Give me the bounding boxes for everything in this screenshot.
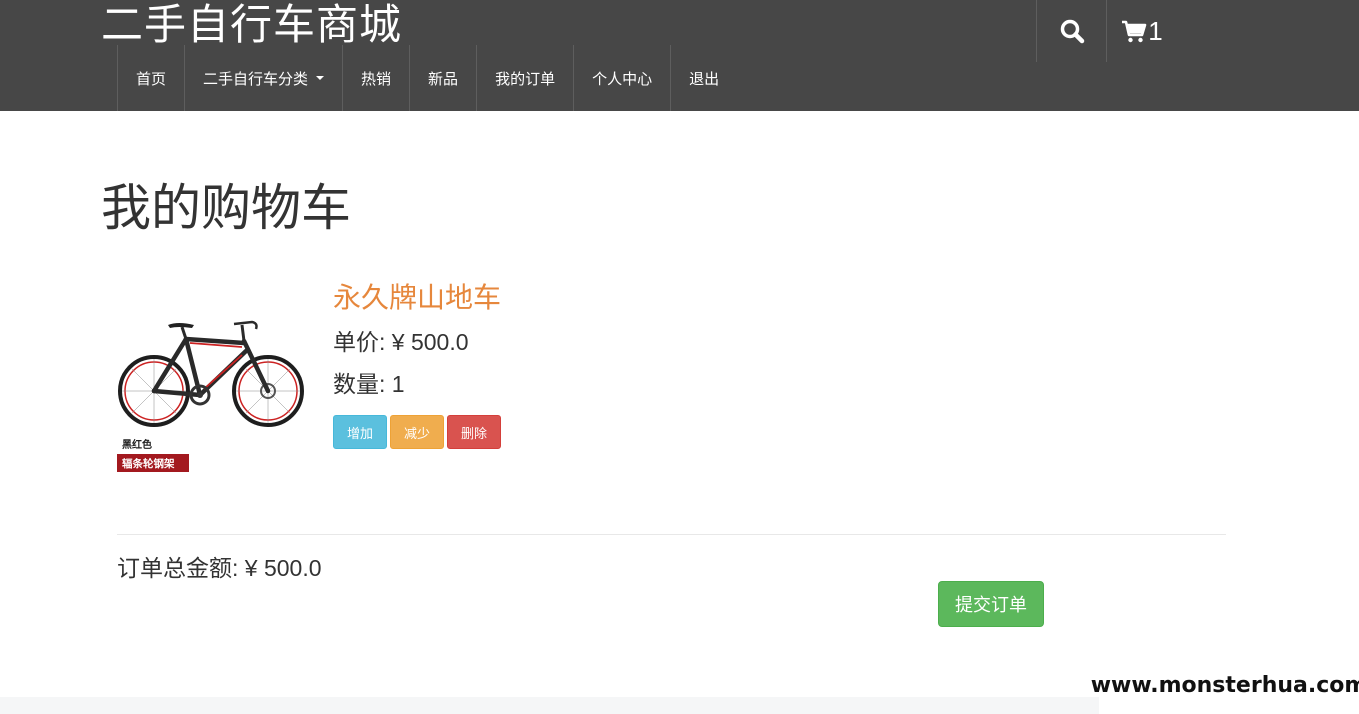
nav-item-profile[interactable]: 个人中心 [573, 45, 670, 111]
order-total: 订单总金额: ¥ 500.0 [117, 555, 322, 581]
product-image[interactable]: 黑红色 辐条轮钢架 [116, 315, 306, 475]
nav-item-categories-dropdown[interactable]: 二手自行车分类 [184, 45, 342, 111]
shopping-cart-icon [1122, 20, 1147, 43]
watermark: www.monsterhua.com [1091, 656, 1359, 714]
nav-item-label: 个人中心 [592, 70, 653, 88]
nav-item-label: 新品 [428, 70, 459, 88]
search-icon [1060, 19, 1084, 44]
header-tools: 1 [1036, 0, 1177, 62]
cart-item-actions: 增加 减少 删除 [333, 415, 501, 449]
decrease-button[interactable]: 减少 [390, 415, 444, 449]
nav-item-label: 二手自行车分类 [203, 70, 309, 88]
divider [117, 534, 1226, 535]
nav-item-new[interactable]: 新品 [409, 45, 476, 111]
caret-down-icon [316, 76, 325, 80]
page-title: 我的购物车 [101, 180, 351, 236]
submit-order-button[interactable]: 提交订单 [938, 581, 1044, 627]
cart-button[interactable]: 1 [1106, 0, 1177, 62]
nav-item-my-orders[interactable]: 我的订单 [476, 45, 573, 111]
top-navbar: 二手自行车商城 首页 二手自行车分类 热销 新品 我的订单 个人中心 退出 1 [0, 0, 1359, 111]
search-button[interactable] [1036, 0, 1106, 62]
increase-button[interactable]: 增加 [333, 415, 387, 449]
main-nav: 首页 二手自行车分类 热销 新品 我的订单 个人中心 退出 [117, 45, 737, 111]
product-name-link[interactable]: 永久牌山地车 [333, 280, 501, 316]
unit-price: 单价: ¥ 500.0 [333, 329, 469, 355]
nav-item-label: 热销 [361, 70, 392, 88]
nav-item-home[interactable]: 首页 [117, 45, 184, 111]
product-image-color-text: 黑红色 [122, 438, 152, 451]
nav-item-logout[interactable]: 退出 [670, 45, 737, 111]
nav-item-hot[interactable]: 热销 [342, 45, 409, 111]
quantity: 数量: 1 [333, 371, 405, 397]
cart-count-badge: 1 [1148, 15, 1163, 46]
delete-button[interactable]: 删除 [447, 415, 501, 449]
nav-item-label: 退出 [689, 70, 720, 88]
nav-item-label: 首页 [136, 70, 167, 88]
product-image-tag-text: 辐条轮钢架 [122, 457, 175, 470]
nav-item-label: 我的订单 [495, 70, 556, 88]
